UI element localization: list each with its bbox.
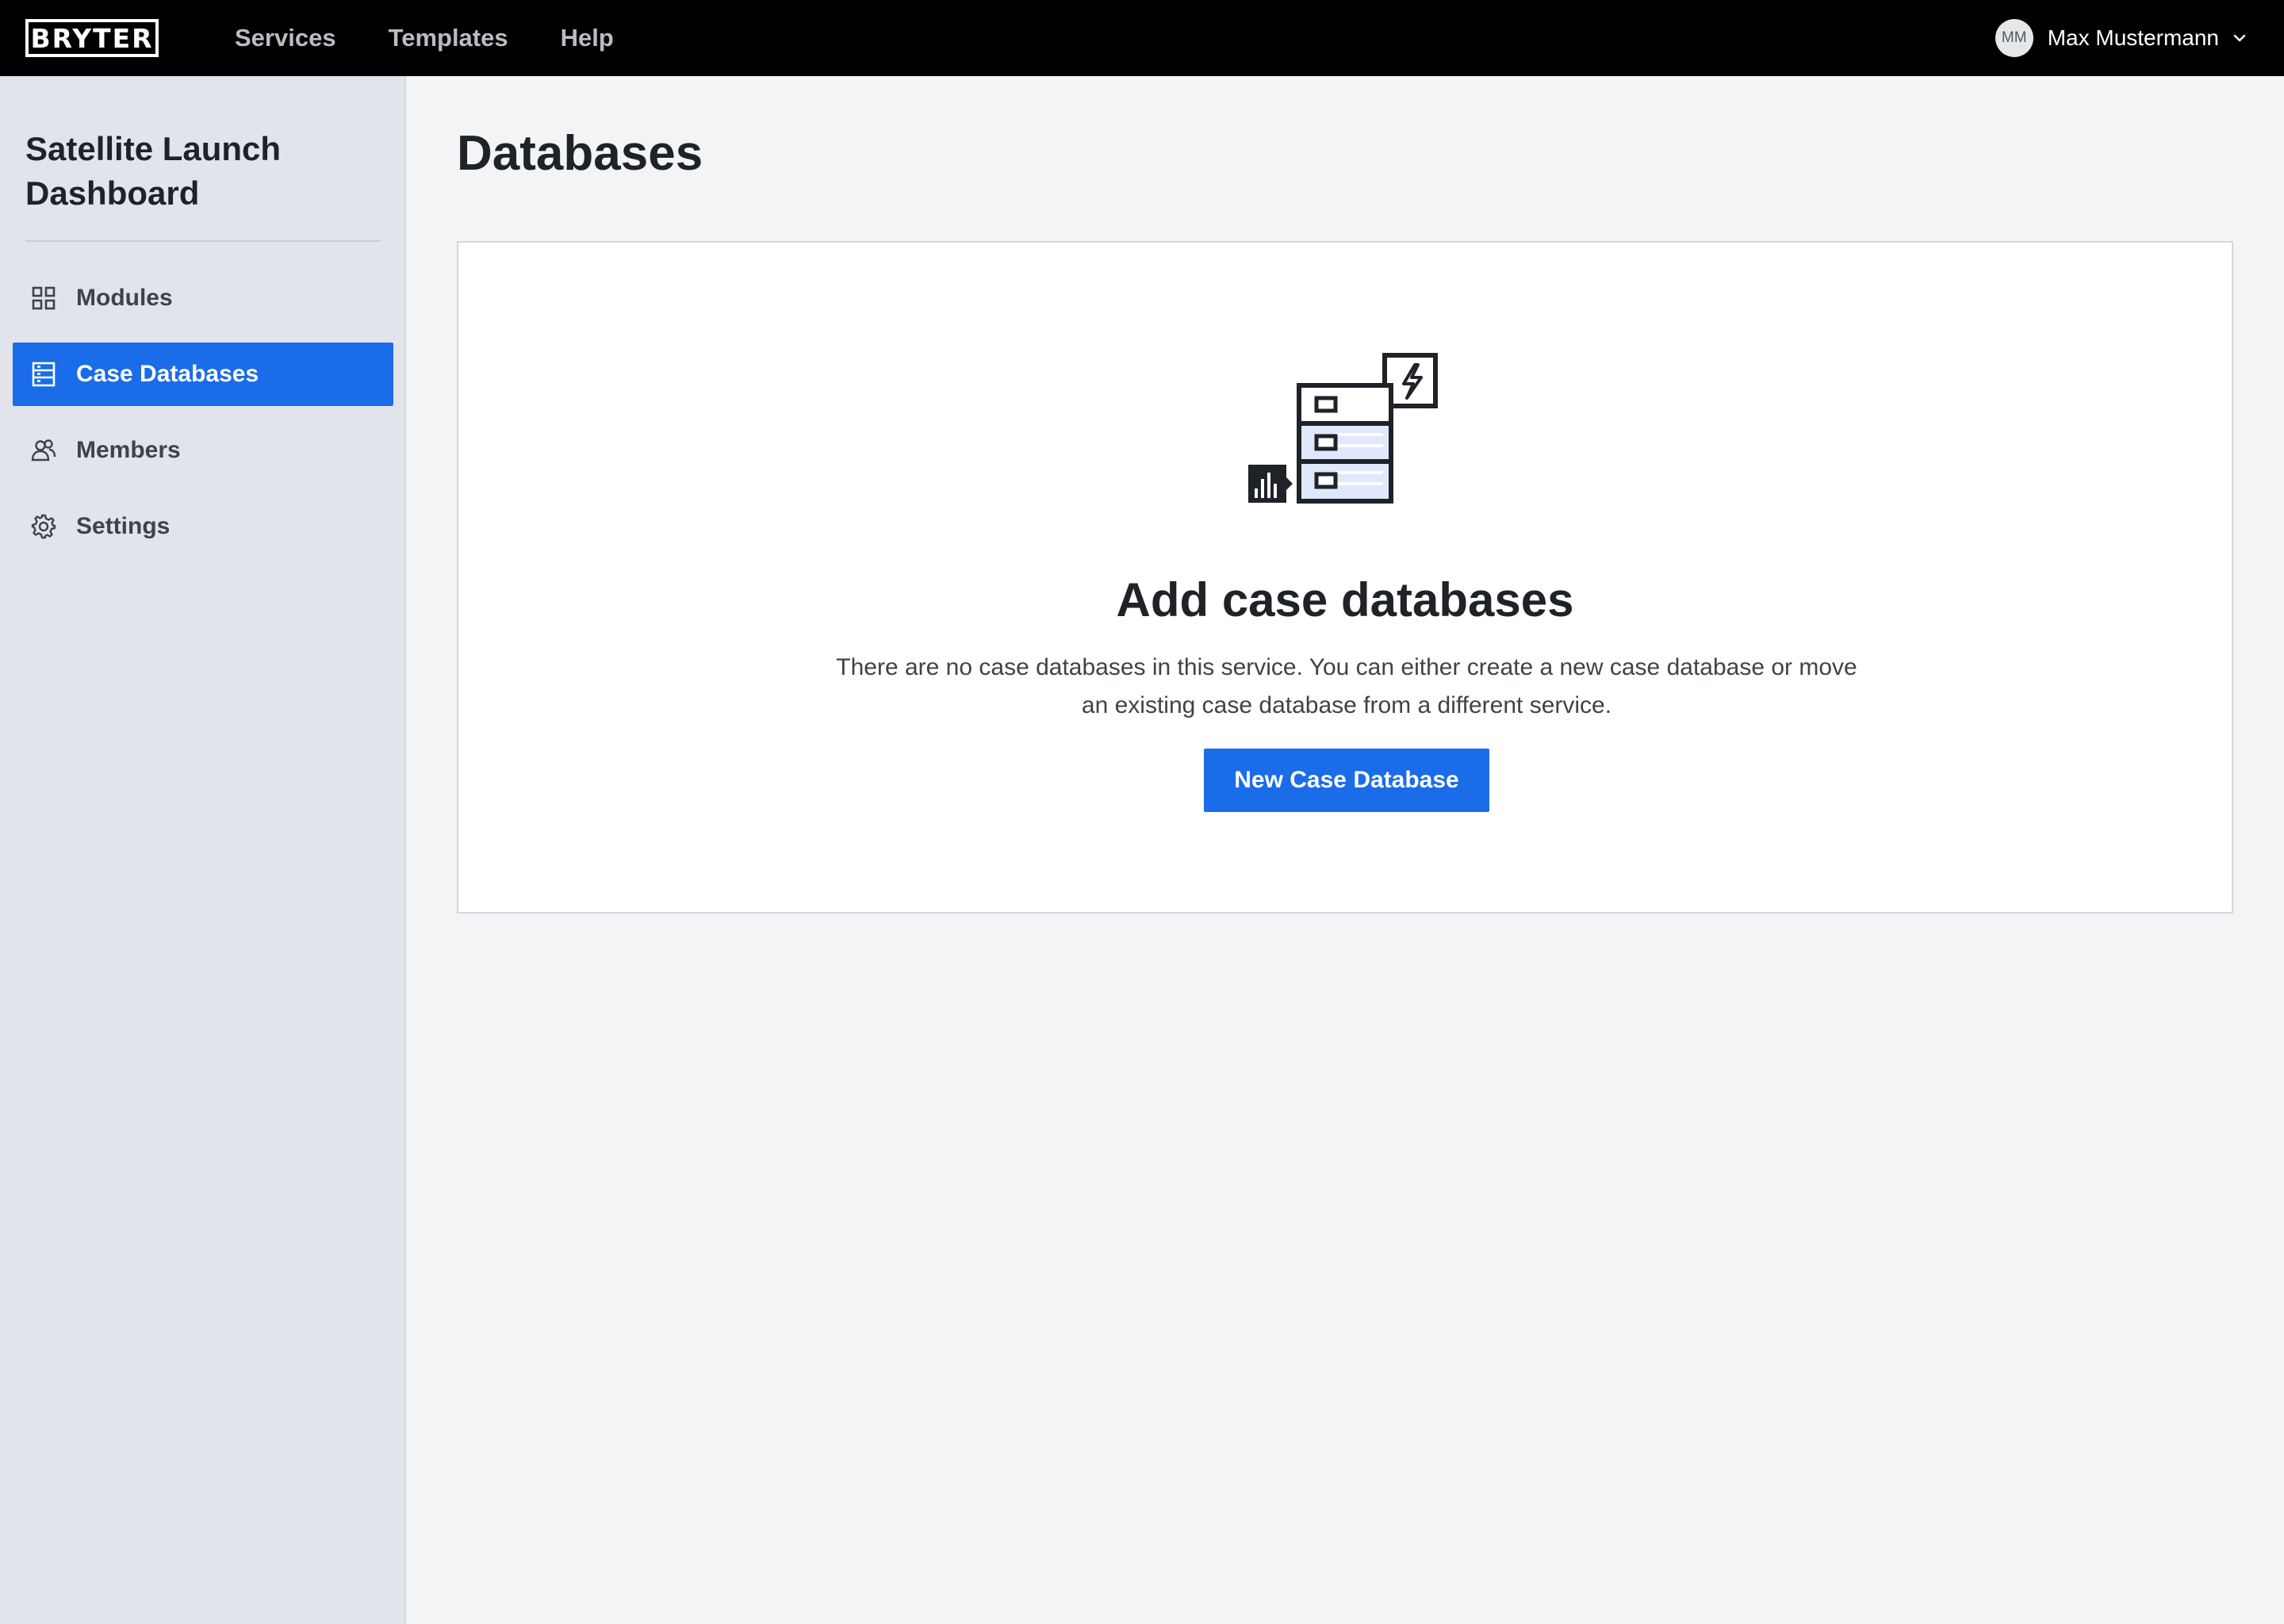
sidebar-item-label: Members	[76, 437, 181, 463]
user-menu[interactable]: MM Max Mustermann	[1995, 0, 2248, 76]
grid-icon	[30, 285, 57, 312]
empty-state-card: Add case databases There are no case dat…	[457, 241, 2233, 914]
top-nav: Services Templates Help	[235, 0, 666, 76]
gear-icon	[30, 513, 57, 540]
top-bar: BRYTER Services Templates Help MM Max Mu…	[0, 0, 2284, 76]
user-name: Max Mustermann	[2047, 25, 2219, 50]
empty-state-text: There are no case databases in this serv…	[836, 654, 1857, 718]
avatar: MM	[1995, 19, 2033, 57]
sidebar-item-settings[interactable]: Settings	[13, 495, 393, 558]
bryter-logo[interactable]: BRYTER	[25, 19, 159, 57]
nav-templates[interactable]: Templates	[389, 24, 508, 52]
new-case-database-button[interactable]: New Case Database	[1204, 749, 1489, 812]
sidebar-item-members[interactable]: Members	[13, 419, 393, 482]
database-illustration	[1248, 353, 1438, 504]
sidebar-item-case-databases[interactable]: Case Databases	[13, 343, 393, 406]
service-title: Satellite Launch Dashboard	[25, 130, 282, 212]
sidebar-item-label: Modules	[76, 285, 173, 311]
sidebar-item-label: Settings	[76, 513, 171, 539]
sidebar-nav: Modules Case Databases Members Settings	[13, 266, 393, 571]
nav-help[interactable]: Help	[561, 24, 614, 52]
database-icon	[30, 361, 57, 388]
sidebar-item-modules[interactable]: Modules	[13, 266, 393, 330]
members-icon	[30, 437, 57, 464]
page-title: Databases	[457, 126, 703, 181]
sidebar: Satellite Launch Dashboard Modules Case …	[0, 76, 406, 1624]
nav-services[interactable]: Services	[235, 24, 336, 52]
chevron-down-icon	[2233, 34, 2246, 42]
sidebar-item-label: Case Databases	[76, 361, 259, 387]
sidebar-divider	[25, 240, 381, 242]
empty-state-heading: Add case databases	[1116, 573, 1574, 626]
